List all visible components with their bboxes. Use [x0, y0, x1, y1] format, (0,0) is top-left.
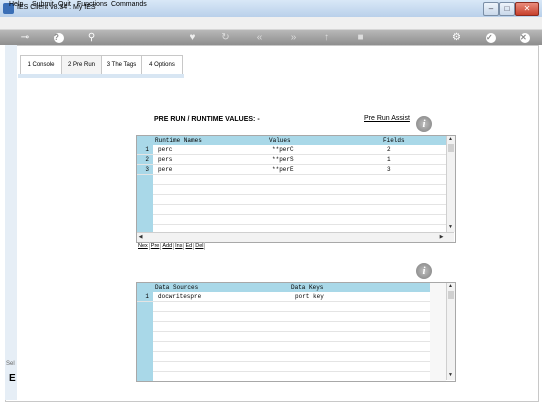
runtime-field[interactable]: 3	[387, 166, 391, 173]
menu-functions[interactable]: Functions	[77, 1, 107, 8]
tab-underline	[18, 74, 184, 78]
runtime-field[interactable]: 1	[387, 156, 391, 163]
settings-icon[interactable]: ⚙	[450, 31, 463, 44]
vertical-scrollbar[interactable]: ▲ ▼	[446, 136, 455, 232]
side-strip	[5, 45, 17, 400]
grid-header: Data Sources Data Keys	[153, 283, 430, 292]
refresh-icon[interactable]: ↻	[219, 31, 232, 44]
empty-row[interactable]	[153, 185, 446, 195]
insert-button[interactable]: Ins	[174, 242, 185, 250]
col-runtime-names: Runtime Names	[155, 137, 202, 144]
menu-bar	[0, 17, 542, 30]
row-number: 1	[145, 146, 149, 153]
stop-icon[interactable]: ■	[354, 31, 367, 44]
data-sources-grid: Data Sources Data Keys 1 docwritespre po…	[136, 282, 456, 382]
empty-row[interactable]	[153, 352, 430, 362]
col-data-keys: Data Keys	[291, 284, 324, 291]
side-label: Sel	[6, 361, 15, 367]
info-icon[interactable]: i	[416, 116, 432, 132]
heart-icon[interactable]: ♥	[186, 31, 199, 44]
col-fields: Fields	[383, 137, 405, 144]
row-number: 1	[145, 293, 149, 300]
empty-row[interactable]	[153, 205, 446, 215]
table-row[interactable]: 2 pers **perS 1	[137, 155, 446, 165]
horizontal-scrollbar[interactable]: ◀ ▶	[137, 232, 454, 242]
rewind-icon[interactable]: «	[253, 31, 266, 44]
fast-forward-icon[interactable]: »	[287, 31, 300, 44]
maximize-button[interactable]: □	[499, 2, 515, 16]
minimize-button[interactable]: –	[483, 2, 499, 16]
empty-row[interactable]	[153, 175, 446, 185]
grid-button-bar: Nex Pre Add Ins Ed Del	[137, 242, 206, 250]
runtime-value[interactable]: **perS	[272, 156, 294, 163]
delete-button[interactable]: Del	[194, 242, 206, 250]
info-icon[interactable]: i	[416, 263, 432, 279]
menu-help[interactable]: Help	[9, 1, 23, 8]
empty-row[interactable]	[153, 342, 430, 352]
runtime-value[interactable]: **perC	[272, 146, 294, 153]
check-icon[interactable]: ✓	[486, 33, 496, 43]
col-data-sources: Data Sources	[155, 284, 199, 291]
scroll-right-icon[interactable]: ▶	[438, 234, 445, 241]
scroll-left-icon[interactable]: ◀	[137, 234, 144, 241]
help-icon[interactable]: ?	[54, 33, 64, 43]
scroll-down-icon[interactable]: ▼	[447, 224, 454, 231]
tab-options[interactable]: 4 Options	[141, 55, 183, 75]
scroll-thumb[interactable]	[448, 144, 454, 152]
previous-button[interactable]: Pre	[150, 242, 162, 250]
menu-commands[interactable]: Commands	[111, 1, 147, 8]
tab-console[interactable]: 1 Console	[20, 55, 62, 75]
empty-row[interactable]	[153, 362, 430, 372]
menu-quit[interactable]: Quit	[58, 1, 71, 8]
scroll-up-icon[interactable]: ▲	[447, 283, 454, 290]
grid-body: 1 docwritespre port key	[137, 292, 430, 381]
close-window-button[interactable]: ✕	[515, 2, 539, 16]
runtime-name[interactable]: pere	[158, 166, 172, 173]
pre-run-assist-link[interactable]: Pre Run Assist	[364, 115, 410, 122]
runtime-name[interactable]: perc	[158, 146, 172, 153]
runtime-name[interactable]: pers	[158, 156, 172, 163]
key-icon[interactable]: ⊸	[14, 31, 36, 44]
runtime-value[interactable]: **perE	[272, 166, 294, 173]
edit-button[interactable]: Ed	[184, 242, 195, 250]
empty-row[interactable]	[153, 332, 430, 342]
scroll-up-icon[interactable]: ▲	[447, 136, 454, 143]
next-button[interactable]: Nex	[137, 242, 150, 250]
runtime-grid: Runtime Names Values Fields 1 perc **per…	[136, 135, 456, 243]
grid-gap	[430, 283, 446, 381]
tab-the-tags[interactable]: 3 The Tags	[101, 55, 142, 75]
add-button[interactable]: Add	[161, 242, 175, 250]
grid-body: 1 perc **perC 2 2 pers **perS 1 3 pere *…	[137, 145, 446, 232]
empty-row[interactable]	[153, 312, 430, 322]
empty-row[interactable]	[153, 302, 430, 312]
row-number: 2	[145, 156, 149, 163]
close-icon[interactable]: ✕	[520, 33, 530, 43]
scroll-thumb[interactable]	[448, 291, 454, 299]
table-row[interactable]: 1 perc **perC 2	[137, 145, 446, 155]
grid-header: Runtime Names Values Fields	[153, 136, 446, 145]
section-title: PRE RUN / RUNTIME VALUES: -	[154, 116, 260, 123]
scroll-down-icon[interactable]: ▼	[447, 372, 454, 379]
empty-row[interactable]	[153, 322, 430, 332]
col-values: Values	[269, 137, 291, 144]
empty-row[interactable]	[153, 195, 446, 205]
menu-submit[interactable]: Submit	[32, 1, 54, 8]
vertical-scrollbar[interactable]: ▲ ▼	[446, 283, 455, 380]
search-icon[interactable]: ⚲	[85, 31, 98, 44]
runtime-field[interactable]: 2	[387, 146, 391, 153]
table-row[interactable]: 3 pere **perE 3	[137, 165, 446, 175]
side-letter: E	[9, 373, 16, 384]
upload-icon[interactable]: ↑	[320, 31, 333, 44]
empty-row[interactable]	[153, 215, 446, 225]
row-number: 3	[145, 166, 149, 173]
data-key[interactable]: port key	[295, 293, 324, 300]
table-row[interactable]: 1 docwritespre port key	[137, 292, 430, 302]
data-source[interactable]: docwritespre	[158, 293, 201, 300]
